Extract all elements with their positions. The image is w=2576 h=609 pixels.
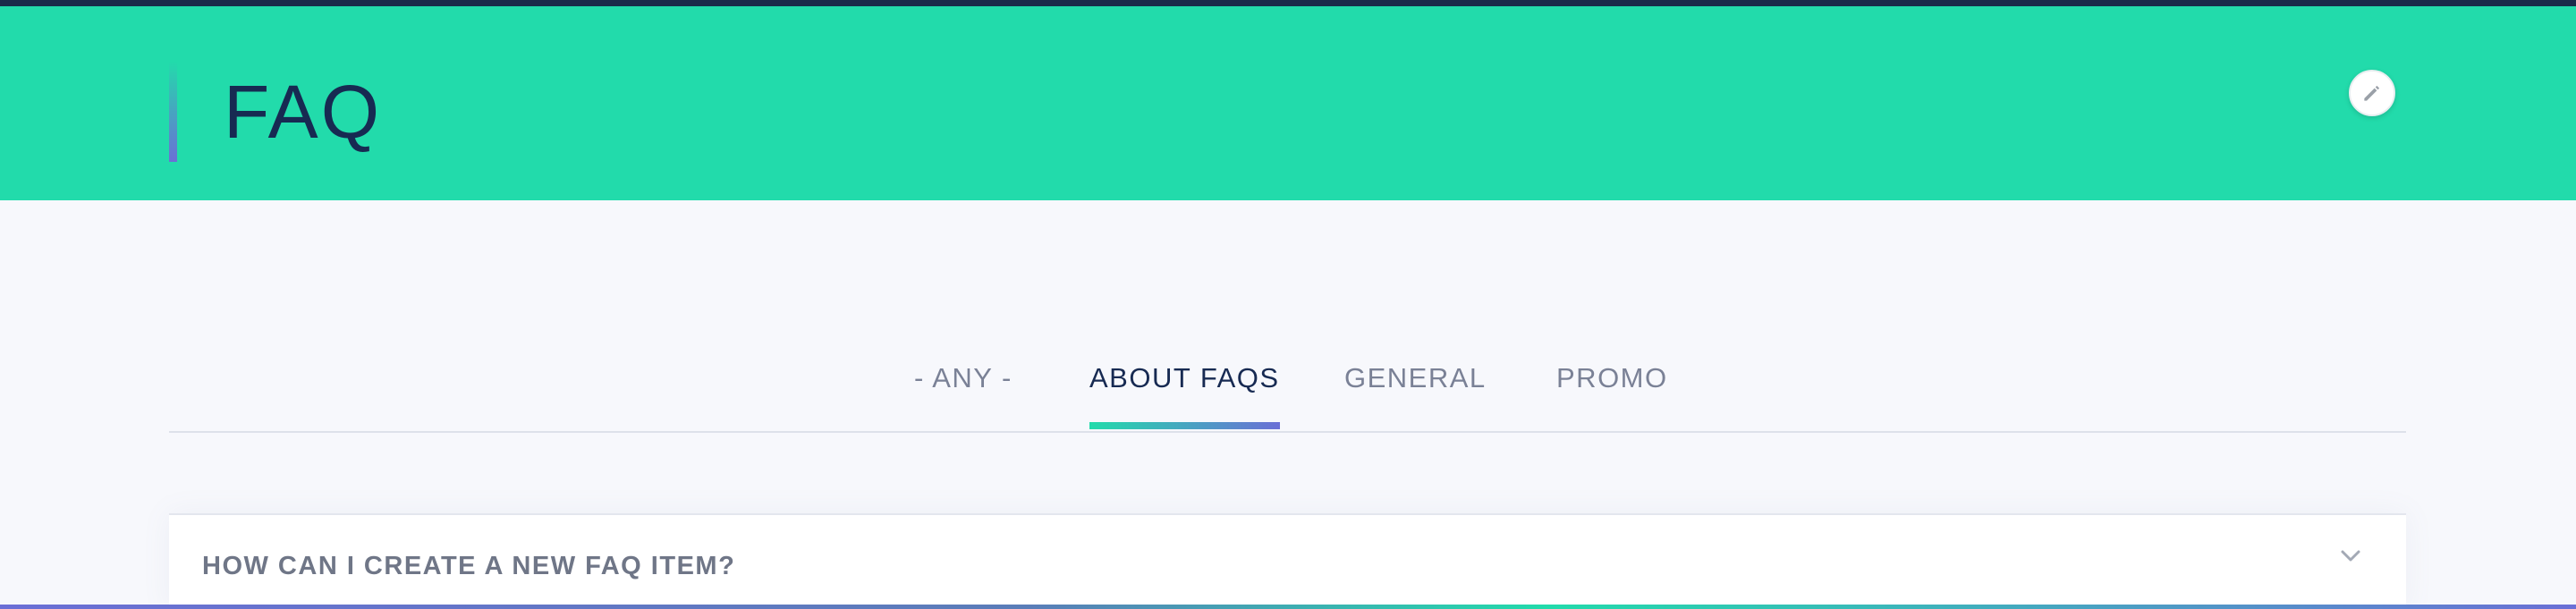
bottom-gradient-line: [0, 605, 2576, 609]
page-header: [0, 6, 2576, 200]
faq-item[interactable]: HOW CAN I CREATE A NEW FAQ ITEM?: [169, 513, 2406, 609]
tab-about-faqs[interactable]: ABOUT FAQS: [1089, 349, 1280, 429]
active-tab-indicator: [1089, 422, 1280, 429]
tabs-divider: [169, 431, 2406, 433]
top-border-line: [0, 0, 2576, 6]
faq-question: HOW CAN I CREATE A NEW FAQ ITEM?: [202, 552, 736, 580]
tab-promo-label: PROMO: [1556, 362, 1668, 393]
tab-any[interactable]: - ANY -: [914, 349, 1013, 429]
title-accent-bar: [169, 62, 177, 162]
page-title: FAQ: [224, 70, 383, 154]
edit-button[interactable]: [2349, 70, 2395, 116]
tab-any-label: - ANY -: [914, 362, 1013, 393]
tab-about-faqs-label: ABOUT FAQS: [1089, 362, 1280, 393]
tab-general[interactable]: GENERAL: [1344, 349, 1487, 429]
pencil-icon: [2364, 85, 2380, 101]
tab-promo[interactable]: PROMO: [1556, 349, 1668, 429]
tab-general-label: GENERAL: [1344, 362, 1487, 393]
chevron-down-icon: [2341, 550, 2360, 562]
